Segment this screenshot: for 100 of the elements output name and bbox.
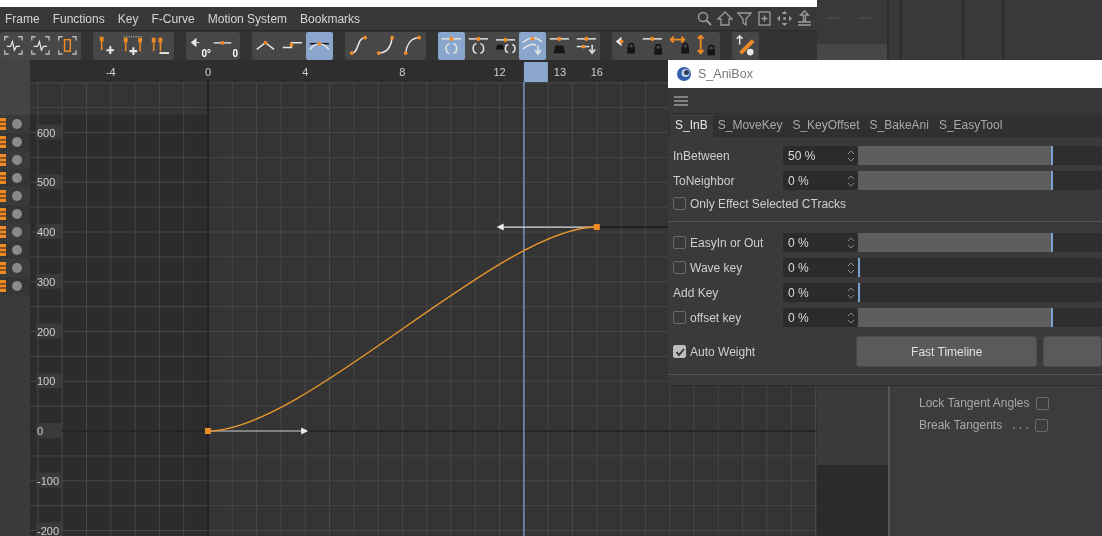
track-key-icon[interactable] [0,280,6,292]
spinner-arrows-icon[interactable] [847,260,855,275]
ruler-label: 4 [302,66,309,78]
spinner-arrows-icon[interactable] [847,310,855,325]
number-field[interactable]: 50 % [783,146,858,165]
keys-plus-icon [123,35,144,56]
spinner-arrows-icon[interactable] [847,285,855,300]
number-field[interactable]: 0 % [783,308,858,327]
tab[interactable]: S_InB [670,114,713,137]
key-point[interactable] [593,224,600,231]
slider-fill[interactable] [858,233,1054,252]
toolbar-button[interactable] [306,31,333,60]
home-icon[interactable] [716,10,733,27]
toolbar-button[interactable] [519,31,546,60]
checkbox[interactable] [1035,396,1049,410]
option-label: Only Effect Selected CTracks [690,195,847,213]
track-dot-icon[interactable] [12,263,22,273]
keys-minus-icon [151,37,170,54]
checkbox[interactable] [673,261,686,274]
checkbox[interactable] [673,311,686,324]
track-dot-icon[interactable] [12,227,22,237]
ease-in-curve-icon [376,35,395,56]
value-label: 400 [36,224,62,239]
slider-fill[interactable] [858,171,1054,190]
move-icon[interactable] [776,10,793,27]
field-label: ToNeighbor [673,172,735,190]
slider-fill[interactable] [858,146,1054,165]
key-plus-icon [98,36,115,55]
track-key-icon[interactable] [0,118,6,130]
menu-item[interactable]: Bookmarks [300,9,361,28]
frame-icon [58,36,77,55]
tool-icon [736,34,755,57]
spinner-arrows-icon[interactable] [847,235,855,250]
checkbox[interactable] [1034,418,1048,432]
track-dot-icon[interactable] [12,245,22,255]
checkbox[interactable] [673,197,686,210]
menu-item[interactable]: Key [117,9,139,28]
menu-item[interactable]: Functions [52,9,105,28]
step-curve-icon [282,42,303,49]
value-label: 500 [36,174,62,190]
track-dot-icon[interactable] [12,137,22,147]
tab[interactable]: S_KeyOffset [787,114,865,137]
number-field[interactable]: 0 % [783,258,858,277]
field-label: InBetween [673,147,730,165]
track-dot-icon[interactable] [12,173,22,183]
tab[interactable]: S_EasyTool [933,114,1008,137]
ruler-label: 8 [399,66,406,78]
arrowhead-lock-icon [615,36,636,55]
playhead-marker[interactable] [523,62,548,82]
track-dot-icon[interactable] [12,119,22,129]
number-field[interactable]: 0 % [783,283,858,302]
ruler-label: 0 [204,66,212,78]
search-icon[interactable] [696,10,713,27]
spinner-arrows-icon[interactable] [847,173,855,188]
option-label: Lock Tangent Angles [919,395,1030,412]
number-field[interactable]: 0 % [783,233,858,252]
track-key-icon[interactable] [0,208,6,220]
menu-icon[interactable] [674,94,688,107]
toolbar-button[interactable]: 0 [213,31,240,60]
field-label: offset key [690,309,742,327]
track-key-icon[interactable] [0,226,6,238]
handle-icon [213,39,232,46]
track-dot-icon[interactable] [12,209,22,219]
menu-item[interactable]: Motion System [207,9,288,28]
spinner-arrows-icon[interactable] [847,148,855,163]
current-frame-label: 13 [553,66,567,78]
track-key-icon[interactable] [0,172,6,184]
ruler-label: 12 [493,66,506,78]
up-down-arrow-icon[interactable] [796,10,813,27]
filter-icon[interactable] [736,10,753,27]
tab[interactable]: S_MoveKey [712,114,788,137]
track-dot-icon[interactable] [12,191,22,201]
menu-item[interactable]: F-Curve [151,9,195,28]
track-dot-icon[interactable] [12,155,22,165]
number-field[interactable]: 0 % [783,171,858,190]
track-key-icon[interactable] [0,244,6,256]
track-key-icon[interactable] [0,154,6,166]
checkbox[interactable] [673,345,686,358]
fast-timeline-button[interactable]: Fast Timeline [856,336,1038,367]
track-dot-icon[interactable] [12,281,22,291]
field-label: Add Key [673,284,719,302]
menu-item[interactable]: Frame [5,9,40,28]
toolbar-button[interactable] [438,31,465,60]
ruler-label: -4 [105,66,116,78]
track-key-icon[interactable] [0,190,6,202]
tab[interactable]: S_BakeAni [864,114,934,137]
ruler-label: 16 [590,66,603,78]
option-label: Auto Weight [690,343,756,361]
handles-arrow-icon [576,36,597,55]
slider-fill[interactable] [858,308,1054,327]
track-key-icon[interactable] [0,262,6,274]
value-label: 100 [36,373,62,389]
waveform-icon [31,36,50,55]
toolbar-button[interactable]: 0° [186,31,213,60]
add-panel-icon[interactable] [756,10,773,27]
weight-brackets-icon [495,37,516,54]
ease-out-curve-icon [403,35,422,56]
waveform-icon [4,36,23,55]
checkbox[interactable] [673,236,686,249]
track-key-icon[interactable] [0,136,6,148]
